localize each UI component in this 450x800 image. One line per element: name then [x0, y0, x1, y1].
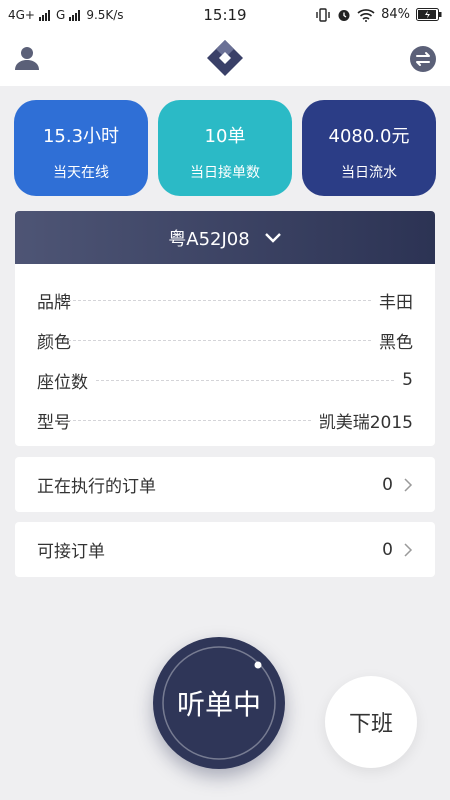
vehicle-plate-selector[interactable]: 粤A52J08 — [15, 211, 435, 264]
battery-percent: 84% — [381, 7, 410, 22]
stat-online-hours[interactable]: 15.3小时 当天在线 — [14, 100, 148, 196]
row-value: 黑色 — [379, 332, 413, 353]
vehicle-row-color: 颜色 黑色 — [15, 320, 435, 360]
off-work-button[interactable]: 下班 — [325, 676, 417, 768]
listening-label: 听单中 — [176, 688, 261, 721]
chevron-down-icon — [264, 232, 281, 243]
available-orders-item[interactable]: 可接订单 0 — [15, 522, 435, 577]
user-profile-icon[interactable] — [14, 45, 40, 71]
stat-label: 当日流水 — [341, 165, 397, 181]
row-value: 丰田 — [379, 292, 413, 313]
chevron-right-icon — [404, 542, 413, 557]
vehicle-row-model: 型号 凯美瑞2015 — [15, 400, 435, 440]
stat-daily-revenue[interactable]: 4080.0元 当日流水 — [302, 100, 436, 196]
vehicle-row-seats: 座位数 5 — [15, 360, 435, 400]
divider — [58, 339, 371, 341]
executing-orders-item[interactable]: 正在执行的订单 0 — [15, 457, 435, 512]
vehicle-row-brand: 品牌 丰田 — [15, 280, 435, 320]
app-logo-icon — [207, 40, 243, 76]
executing-orders-count: 0 — [382, 474, 393, 495]
executing-orders-label: 正在执行的订单 — [37, 477, 156, 497]
divider — [58, 299, 371, 301]
wifi-icon — [357, 8, 375, 22]
stat-label: 当日接单数 — [190, 165, 260, 181]
stat-orders-count[interactable]: 10单 当日接单数 — [158, 100, 292, 196]
divider — [58, 419, 311, 421]
divider — [96, 379, 395, 381]
vehicle-details: 品牌 丰田 颜色 黑色 座位数 5 型号 凯美瑞2015 — [15, 264, 435, 440]
stat-value: 4080.0元 — [328, 126, 410, 147]
available-orders-label: 可接订单 — [37, 542, 105, 562]
stat-value: 15.3小时 — [42, 126, 120, 147]
alarm-icon — [338, 9, 350, 21]
chevron-right-icon — [404, 477, 413, 492]
vehicle-card: 粤A52J08 品牌 丰田 颜色 黑色 座位数 5 型号 凯美瑞2015 — [15, 211, 435, 446]
available-orders-count: 0 — [382, 539, 393, 560]
app-bar — [0, 32, 450, 86]
stats-row: 15.3小时 当天在线 10单 当日接单数 4080.0元 当日流水 — [14, 100, 436, 196]
battery-icon — [416, 8, 442, 21]
status-bar: 4G+ G 9.5K/s 15:19 84% — [0, 0, 450, 32]
stat-value: 10单 — [204, 126, 246, 147]
row-key: 座位数 — [37, 372, 88, 393]
status-right: 84% — [315, 7, 442, 22]
row-value: 5 — [402, 370, 413, 390]
stat-label: 当天在线 — [53, 165, 109, 181]
vehicle-plate: 粤A52J08 — [168, 228, 250, 250]
vibrate-icon — [316, 7, 330, 22]
off-work-label: 下班 — [348, 712, 393, 737]
listening-button[interactable]: 听单中 — [153, 637, 285, 769]
row-value: 凯美瑞2015 — [318, 412, 413, 433]
swap-icon[interactable] — [410, 46, 436, 72]
